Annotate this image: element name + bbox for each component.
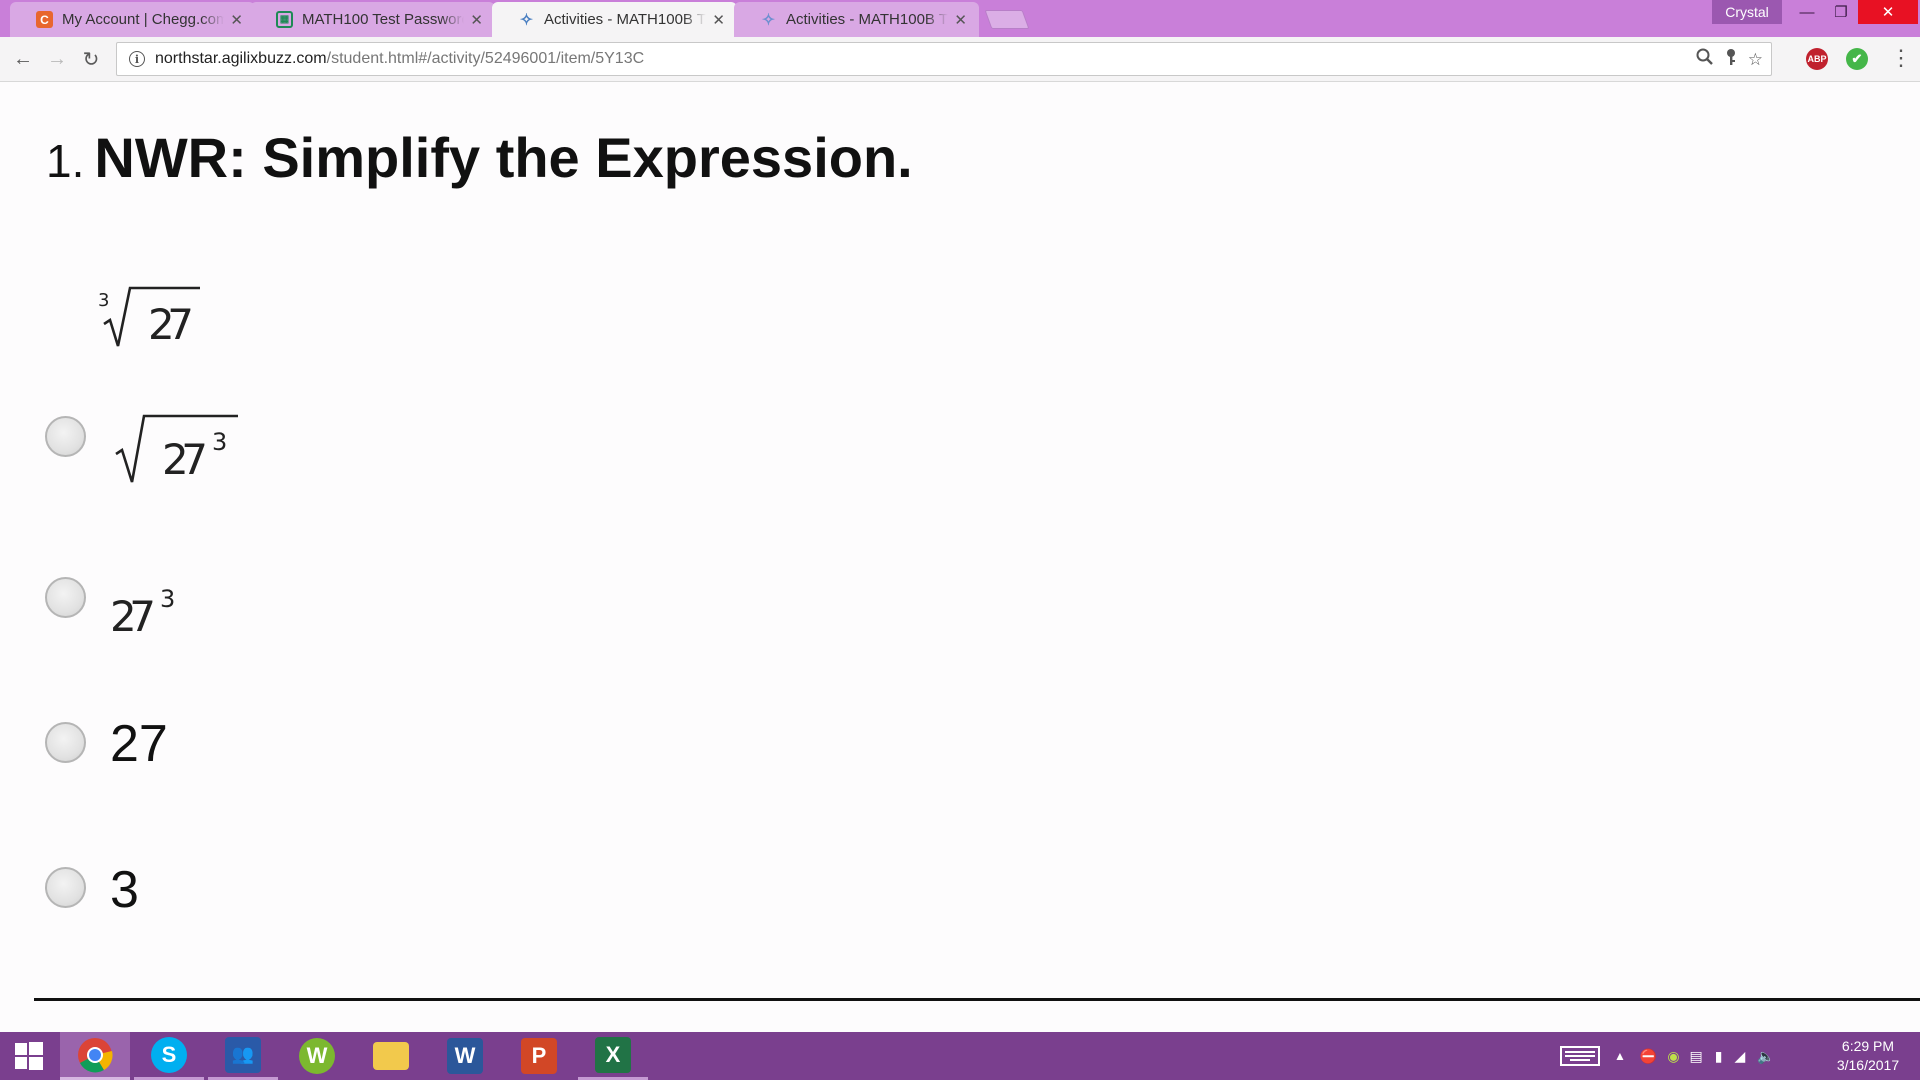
clock-time: 6:29 PM	[1841, 1038, 1895, 1054]
checkmark-extension-icon[interactable]: ✔	[1846, 48, 1868, 70]
screen: C My Account | Chegg.com ✕ ▦ MATH100 Tes…	[0, 0, 1920, 1080]
taskbar-file-explorer[interactable]	[356, 1032, 426, 1080]
radical-index: 3	[98, 290, 109, 311]
taskbar-skype[interactable]: S	[134, 1032, 204, 1080]
tab-math100-password[interactable]: ▦ MATH100 Test Password ✕	[250, 2, 495, 37]
question-title: NWR: Simplify the Expression.	[94, 126, 913, 189]
tab-title: MATH100 Test Password	[302, 11, 465, 28]
new-tab-button[interactable]	[984, 10, 1030, 29]
agilix-favicon-icon: ✧	[519, 11, 534, 29]
choice-c-radio[interactable]	[45, 722, 86, 763]
minimize-icon[interactable]: —	[1790, 0, 1824, 24]
choice-a-base: 27	[162, 435, 208, 484]
browser-titlebar: C My Account | Chegg.com ✕ ▦ MATH100 Tes…	[0, 0, 1920, 37]
choice-a-expression: 27 3	[115, 414, 238, 484]
network-drive-icon[interactable]: ▤	[1690, 1048, 1703, 1065]
forward-arrow-icon[interactable]: →	[44, 46, 70, 72]
tab-activities-active[interactable]: ✧ Activities - MATH100B T ✕	[492, 2, 737, 37]
battery-icon[interactable]: ▮	[1715, 1048, 1723, 1065]
choice-d-radio[interactable]	[45, 867, 86, 908]
agilix-favicon-icon: ✧	[761, 11, 776, 29]
divider-line	[34, 998, 1920, 1001]
tray-app-icon[interactable]: ◉	[1667, 1048, 1679, 1065]
url-text: northstar.agilixbuzz.com/student.html#/a…	[155, 50, 644, 68]
w-app-icon: W	[299, 1038, 335, 1074]
skype-icon: S	[151, 1036, 187, 1073]
adblock-icon[interactable]: ABP	[1806, 48, 1828, 70]
site-info-icon[interactable]: i	[129, 51, 145, 67]
chegg-favicon-icon: C	[36, 11, 53, 28]
taskbar: S 👥 W W P X ▲ ⛔ ◉ ▤ ▮ ◢ 🔈 6:29 PM 3/16/2…	[0, 1032, 1920, 1080]
sheets-favicon-icon: ▦	[276, 11, 293, 28]
question-page: 1. NWR: Simplify the Expression. 3 27 27…	[0, 82, 1920, 1032]
prompt-expression: 3 27	[98, 286, 200, 349]
wifi-signal-icon[interactable]: ◢	[1735, 1048, 1746, 1065]
clock-date: 3/16/2017	[1836, 1057, 1900, 1073]
taskbar-people-app[interactable]: 👥	[208, 1032, 278, 1080]
antivirus-icon[interactable]: ⛔	[1640, 1048, 1657, 1065]
choice-b-base: 27	[110, 592, 156, 637]
taskbar-excel[interactable]: X	[578, 1032, 648, 1080]
browser-toolbar: ← → ↻ i northstar.agilixbuzz.com/student…	[0, 37, 1920, 82]
choice-b-radio[interactable]	[45, 577, 86, 618]
tab-close-icon[interactable]: ✕	[712, 11, 725, 29]
taskbar-chrome[interactable]	[60, 1032, 130, 1080]
url-path: /student.html#/activity/52496001/item/5Y…	[326, 50, 645, 67]
reload-icon[interactable]: ↻	[78, 46, 104, 72]
tab-activities[interactable]: ✧ Activities - MATH100B T ✕	[734, 2, 979, 37]
taskbar-powerpoint[interactable]: P	[504, 1032, 574, 1080]
word-icon: W	[447, 1038, 483, 1074]
windows-logo-icon	[15, 1042, 43, 1070]
taskbar-word[interactable]: W	[430, 1032, 500, 1080]
keyboard-icon[interactable]	[1560, 1045, 1600, 1067]
clock[interactable]: 6:29 PM 3/16/2017	[1818, 1037, 1918, 1075]
choice-b-exponent: 3	[160, 585, 175, 613]
powerpoint-icon: P	[521, 1038, 557, 1074]
tab-close-icon[interactable]: ✕	[954, 11, 967, 29]
system-tray: ▲ ⛔ ◉ ▤ ▮ ◢ 🔈	[1560, 1032, 1775, 1080]
menu-dots-icon[interactable]: ⋮	[1890, 45, 1912, 71]
choice-c-text: 27	[110, 715, 168, 773]
key-icon[interactable]	[1724, 48, 1738, 71]
volume-icon[interactable]: 🔈	[1757, 1048, 1774, 1065]
back-arrow-icon[interactable]: ←	[10, 46, 36, 72]
bookmark-star-icon[interactable]: ☆	[1748, 50, 1763, 70]
url-host: northstar.agilixbuzz.com	[155, 50, 327, 67]
choice-b-expression: 27 3	[110, 585, 175, 637]
tab-close-icon[interactable]: ✕	[470, 11, 483, 29]
folder-icon	[373, 1042, 409, 1070]
start-button[interactable]	[0, 1032, 58, 1080]
chrome-icon	[78, 1037, 113, 1072]
choice-a-radio[interactable]	[45, 416, 86, 457]
excel-icon: X	[595, 1036, 631, 1073]
close-window-icon[interactable]: ✕	[1858, 0, 1918, 24]
choice-a-exponent: 3	[212, 428, 227, 456]
tab-chegg[interactable]: C My Account | Chegg.com ✕	[10, 2, 255, 37]
tab-title: Activities - MATH100B T	[544, 11, 706, 28]
show-hidden-icons-icon[interactable]: ▲	[1614, 1049, 1626, 1063]
tab-close-icon[interactable]: ✕	[230, 11, 243, 29]
radicand: 27	[148, 300, 194, 349]
taskbar-w-app[interactable]: W	[282, 1032, 352, 1080]
question-number: 1.	[46, 135, 85, 187]
address-bar[interactable]: i northstar.agilixbuzz.com/student.html#…	[116, 42, 1772, 76]
zoom-icon[interactable]	[1696, 48, 1714, 71]
choice-d-text: 3	[110, 861, 139, 919]
tab-title: My Account | Chegg.com	[62, 11, 225, 28]
tab-title: Activities - MATH100B T	[786, 11, 948, 28]
profile-button[interactable]: Crystal	[1712, 0, 1782, 24]
restore-icon[interactable]: ❐	[1824, 0, 1858, 24]
people-icon: 👥	[225, 1036, 261, 1073]
question-heading: 1. NWR: Simplify the Expression.	[46, 125, 913, 190]
